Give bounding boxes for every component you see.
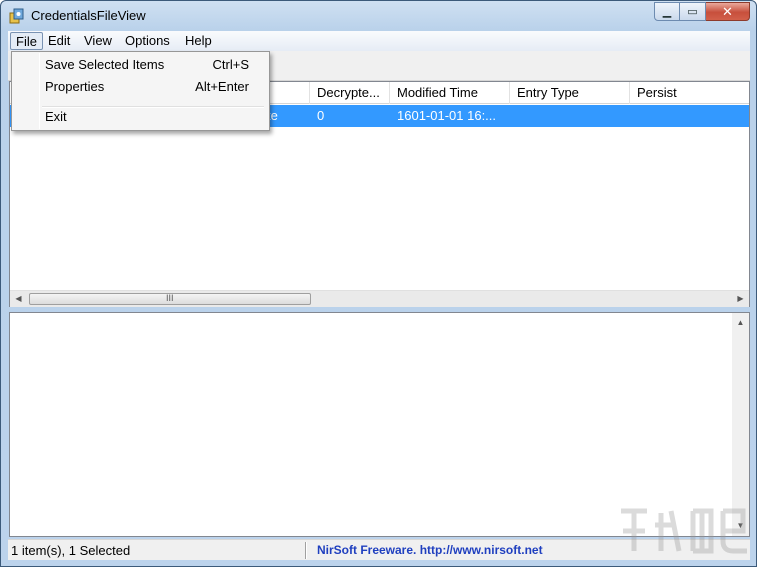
menu-item-label: Exit [45, 109, 67, 124]
scroll-right-icon[interactable]: ▶ [732, 291, 749, 307]
watermark-logo [621, 508, 747, 554]
menu-item-shortcut: Alt+Enter [195, 79, 249, 94]
cell-persist [630, 105, 749, 127]
column-header-modified-time[interactable]: Modified Time [390, 82, 510, 104]
title-bar[interactable]: CredentialsFileView ▁ ▭ ✕ [1, 1, 756, 31]
column-header-persist[interactable]: Persist [630, 82, 749, 104]
cell-modified-time: 1601-01-01 16:... [397, 108, 497, 123]
menu-view[interactable]: View [79, 32, 117, 50]
menu-options[interactable]: Options [120, 32, 175, 50]
close-button[interactable]: ✕ [706, 2, 750, 21]
cell-entry-type [510, 105, 630, 127]
column-header-entry-type[interactable]: Entry Type [510, 82, 630, 104]
close-icon: ✕ [722, 3, 733, 19]
app-window: CredentialsFileView ▁ ▭ ✕ File Edit View… [0, 0, 757, 567]
scroll-up-icon[interactable]: ▲ [732, 315, 749, 331]
app-icon [9, 8, 24, 24]
scroll-left-icon[interactable]: ◀ [10, 291, 27, 307]
minimize-icon: ▁ [662, 6, 672, 18]
menu-help[interactable]: Help [180, 32, 217, 50]
status-divider [305, 542, 307, 559]
menu-item-save-selected[interactable]: Save Selected Items Ctrl+S [14, 53, 267, 75]
cell-decrypted: 0 [317, 108, 325, 123]
file-menu-dropdown: Save Selected Items Ctrl+S Properties Al… [11, 51, 270, 131]
menu-file[interactable]: File [10, 32, 43, 50]
menu-item-label: Save Selected Items [45, 57, 165, 72]
menu-item-exit[interactable]: Exit [14, 105, 267, 127]
minimize-button[interactable]: ▁ [654, 2, 680, 21]
maximize-icon: ▭ [687, 6, 698, 18]
nirsoft-link[interactable]: NirSoft Freeware. http://www.nirsoft.net [317, 543, 543, 557]
column-header-decrypted[interactable]: Decrypte... [310, 82, 390, 104]
maximize-button[interactable]: ▭ [680, 2, 706, 21]
horizontal-scrollbar[interactable]: ◀ III ▶ [10, 290, 749, 307]
grip-icon: III [166, 293, 174, 303]
scroll-thumb[interactable]: III [29, 293, 311, 305]
menu-item-label: Properties [45, 79, 105, 94]
menu-item-properties[interactable]: Properties Alt+Enter [14, 75, 267, 97]
menu-edit[interactable]: Edit [43, 32, 75, 50]
status-selection-count: 1 item(s), 1 Selected [11, 543, 131, 558]
window-title: CredentialsFileView [31, 8, 146, 23]
menu-item-shortcut: Ctrl+S [212, 57, 249, 72]
menu-bar: File Edit View Options Help [8, 31, 750, 51]
